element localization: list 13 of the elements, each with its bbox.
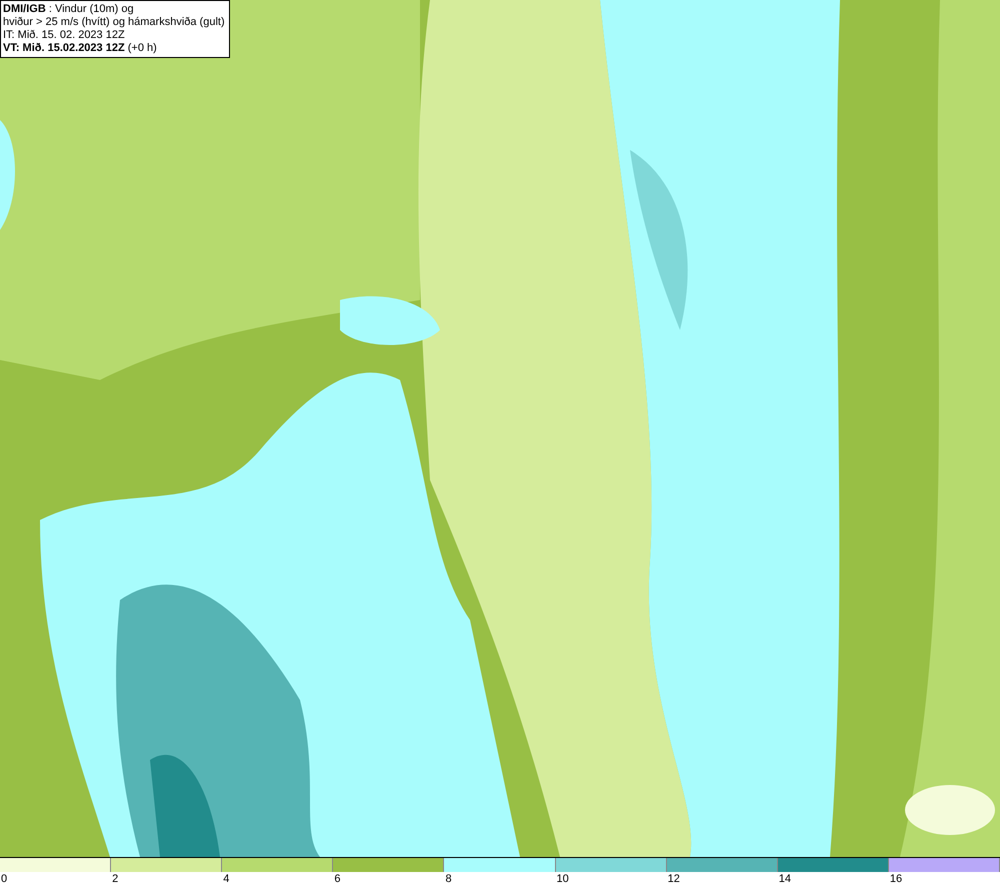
scale-tick-label: 0: [0, 872, 8, 886]
scale-tick-label: 6: [333, 872, 340, 886]
map-subtitle: hviður > 25 m/s (hvítt) og hámarkshviða (gult): [3, 16, 225, 29]
scale-tick-label: 8: [444, 872, 452, 886]
scale-tick-label: 14: [778, 872, 792, 886]
scale-tick-label: 2: [111, 872, 118, 886]
valid-time-text: VT: Mið. 15.02.2023 12Z (+0 h): [3, 42, 158, 55]
map-title: DMI/IGB : Vindur (10m) og: [3, 3, 135, 16]
scale-tick-label: 12: [666, 872, 680, 886]
scale-tick-label: 4: [222, 872, 230, 886]
scale-tick-label: 16: [888, 872, 902, 886]
scale-tick-label: 10: [556, 872, 569, 886]
initial-time-text: IT: Mið. 15. 02. 2023 12Z: [3, 29, 126, 42]
